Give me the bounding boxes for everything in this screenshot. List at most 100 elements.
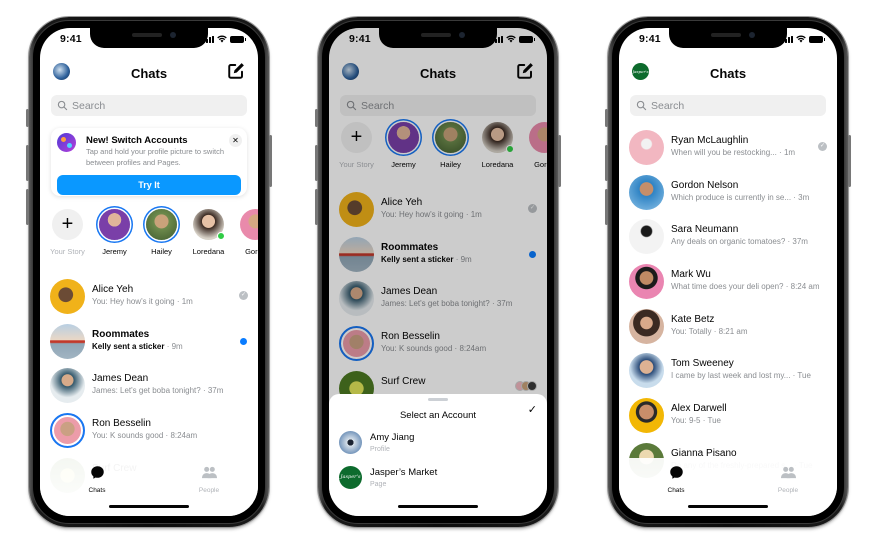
people-icon [781,465,796,480]
home-indicator[interactable] [398,505,478,508]
home-indicator[interactable] [688,505,768,508]
tab-chats[interactable]: Chats [72,465,122,494]
status-time: 9:41 [349,33,371,45]
chat-preview: James: Let's get boba tonight? · 37m [92,386,224,396]
chat-preview: You: 9-5 · Tue [671,416,721,426]
story-your-story[interactable]: + Your Story [44,209,91,261]
chat-name: Tom Sweeney [671,358,734,370]
chat-preview: When will you be restocking... · 1m [671,148,796,157]
chat-preview: You: K sounds good · 8:24am [92,431,198,441]
account-amy-jiang[interactable]: Amy Jiang Profile [339,431,539,457]
avatar [50,323,85,359]
sheet-title: Select an Account [399,410,477,421]
tab-label: People [777,487,799,494]
screen: 9:41 Jasper's Chats Ryan McLaughlin When… [619,28,837,516]
phone-account-switcher: 9:41 Chats + Your Story Jeremy [315,17,561,527]
story-label: Gordo [245,247,258,256]
chat-row-kate-betz[interactable]: Kate Betz You: Totally · 8:21 am [619,305,837,350]
tab-people[interactable]: People [763,465,813,494]
avatar [339,431,362,454]
chat-preview: You: Hey how's it going · 1m [92,297,193,306]
account-switcher-sheet: Select an Account ✓ Amy Jiang Profile Ja… [329,394,547,516]
jaspers-market-logo: Jasper's [339,466,362,489]
story-jeremy[interactable]: Jeremy [91,209,138,261]
search-bar[interactable] [630,95,826,116]
notch [90,28,208,48]
chat-name: Roommates [92,328,150,340]
try-it-button[interactable]: Try It [57,175,241,195]
story-loredana[interactable]: Loredana [185,209,232,261]
chat-preview: You: Totally · 8:21 am [671,326,748,336]
chat-row-mark-wu[interactable]: Mark Wu What time does your deli open? ·… [619,260,837,305]
unread-dot [240,337,247,345]
tab-label: Chats [88,487,106,494]
chat-name: Gordon Nelson [671,179,739,191]
page-title: Chats [709,66,747,81]
account-jaspers-market[interactable]: Jasper's Jasper’s Market Page [339,466,539,492]
chat-name: Mark Wu [671,269,711,281]
story-gordon[interactable]: Gordo [232,209,258,261]
chat-row-tom-sweeney[interactable]: Tom Sweeney I came by last week and lost… [619,349,837,394]
chat-row-ron-besselin[interactable]: Ron Besselin You: K sounds good · 8:24am [40,409,258,454]
chat-row-roommates[interactable]: Roommates Kelly sent a sticker · 9m [40,320,258,365]
avatar [629,308,664,344]
battery-icon [519,36,535,43]
account-type: Page [370,481,387,488]
chat-row-gordon-nelson[interactable]: Gordon Nelson Which produce is currently… [619,171,837,216]
page-title: Chats [130,66,168,81]
chat-name: Sara Neumann [671,224,739,236]
chat-name: James Dean [92,373,149,385]
home-indicator[interactable] [109,505,189,508]
tab-bar: Chats People [619,458,837,516]
avatar [629,174,664,210]
story-label: Your Story [50,247,85,256]
add-story-icon: + [52,209,83,240]
volume-up-button [26,145,29,181]
search-icon [57,100,68,111]
tab-chats[interactable]: Chats [651,465,701,494]
search-bar[interactable] [51,95,247,116]
chat-name: Alice Yeh [92,284,134,295]
chat-row-alex-darwell[interactable]: Alex Darwell You: 9-5 · Tue [619,394,837,439]
story-label: Loredana [192,247,225,256]
chat-row-james-dean[interactable]: James Dean James: Let's get boba tonight… [40,364,258,409]
chat-preview: What time does your deli open? · 8:24 am [671,282,820,292]
avatar [146,209,177,240]
promo-description: Tap and hold your profile picture to swi… [86,147,224,167]
checkmark-icon[interactable]: ✓ [528,403,537,416]
chat-row-alice-yeh[interactable]: Alice Yeh You: Hey how's it going · 1m ✓ [40,275,258,320]
account-name: Amy Jiang [370,432,415,443]
search-input[interactable] [72,99,222,112]
wifi-icon [796,35,806,43]
chat-name: Ron Besselin [92,418,151,430]
status-time: 9:41 [60,33,82,45]
mute-switch [26,109,29,127]
seen-check-icon: ✓ [818,142,827,151]
wifi-icon [506,35,516,43]
switch-accounts-icon [57,133,76,152]
chat-bubble-icon [90,465,105,480]
battery-icon [809,36,825,43]
promo-title: New! Switch Accounts [86,135,188,146]
chat-row-ryan-mclaughlin[interactable]: Ryan McLaughlin When will you be restock… [619,126,837,171]
search-input[interactable] [651,99,801,112]
switch-accounts-promo: New! Switch Accounts Tap and hold your p… [51,128,247,196]
chat-list: Ryan McLaughlin When will you be restock… [619,126,837,484]
tab-people[interactable]: People [184,465,234,494]
story-hailey[interactable]: Hailey [138,209,185,261]
compose-icon[interactable] [227,62,245,80]
avatar [240,209,258,240]
header: Jasper's Chats [619,58,837,88]
tab-bar: Chats People [40,458,258,516]
chat-row-sara-neumann[interactable]: Sara Neumann Any deals on organic tomato… [619,215,837,260]
sheet-grabber[interactable] [428,398,448,401]
avatar [629,353,664,389]
avatar [629,219,664,255]
account-name: Jasper’s Market [370,467,438,478]
chat-preview: Any deals on organic tomatoes? · 37m [671,237,808,247]
close-icon[interactable]: ✕ [229,134,242,147]
avatar [629,398,664,434]
avatar [629,264,664,300]
volume-down-button [26,189,29,225]
story-label: Jeremy [102,247,127,256]
